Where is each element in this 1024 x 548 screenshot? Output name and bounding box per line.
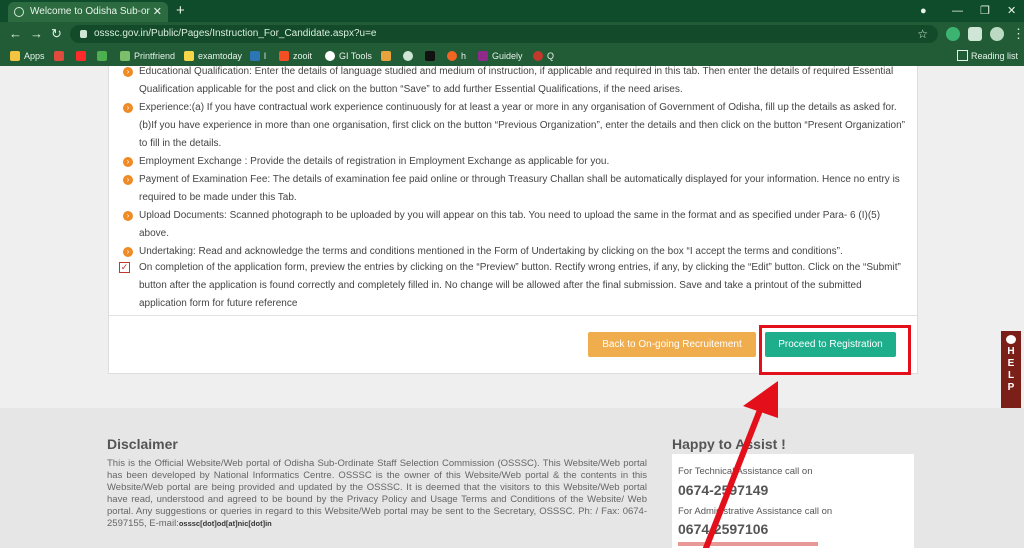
annotation-arrow-icon bbox=[703, 381, 778, 548]
